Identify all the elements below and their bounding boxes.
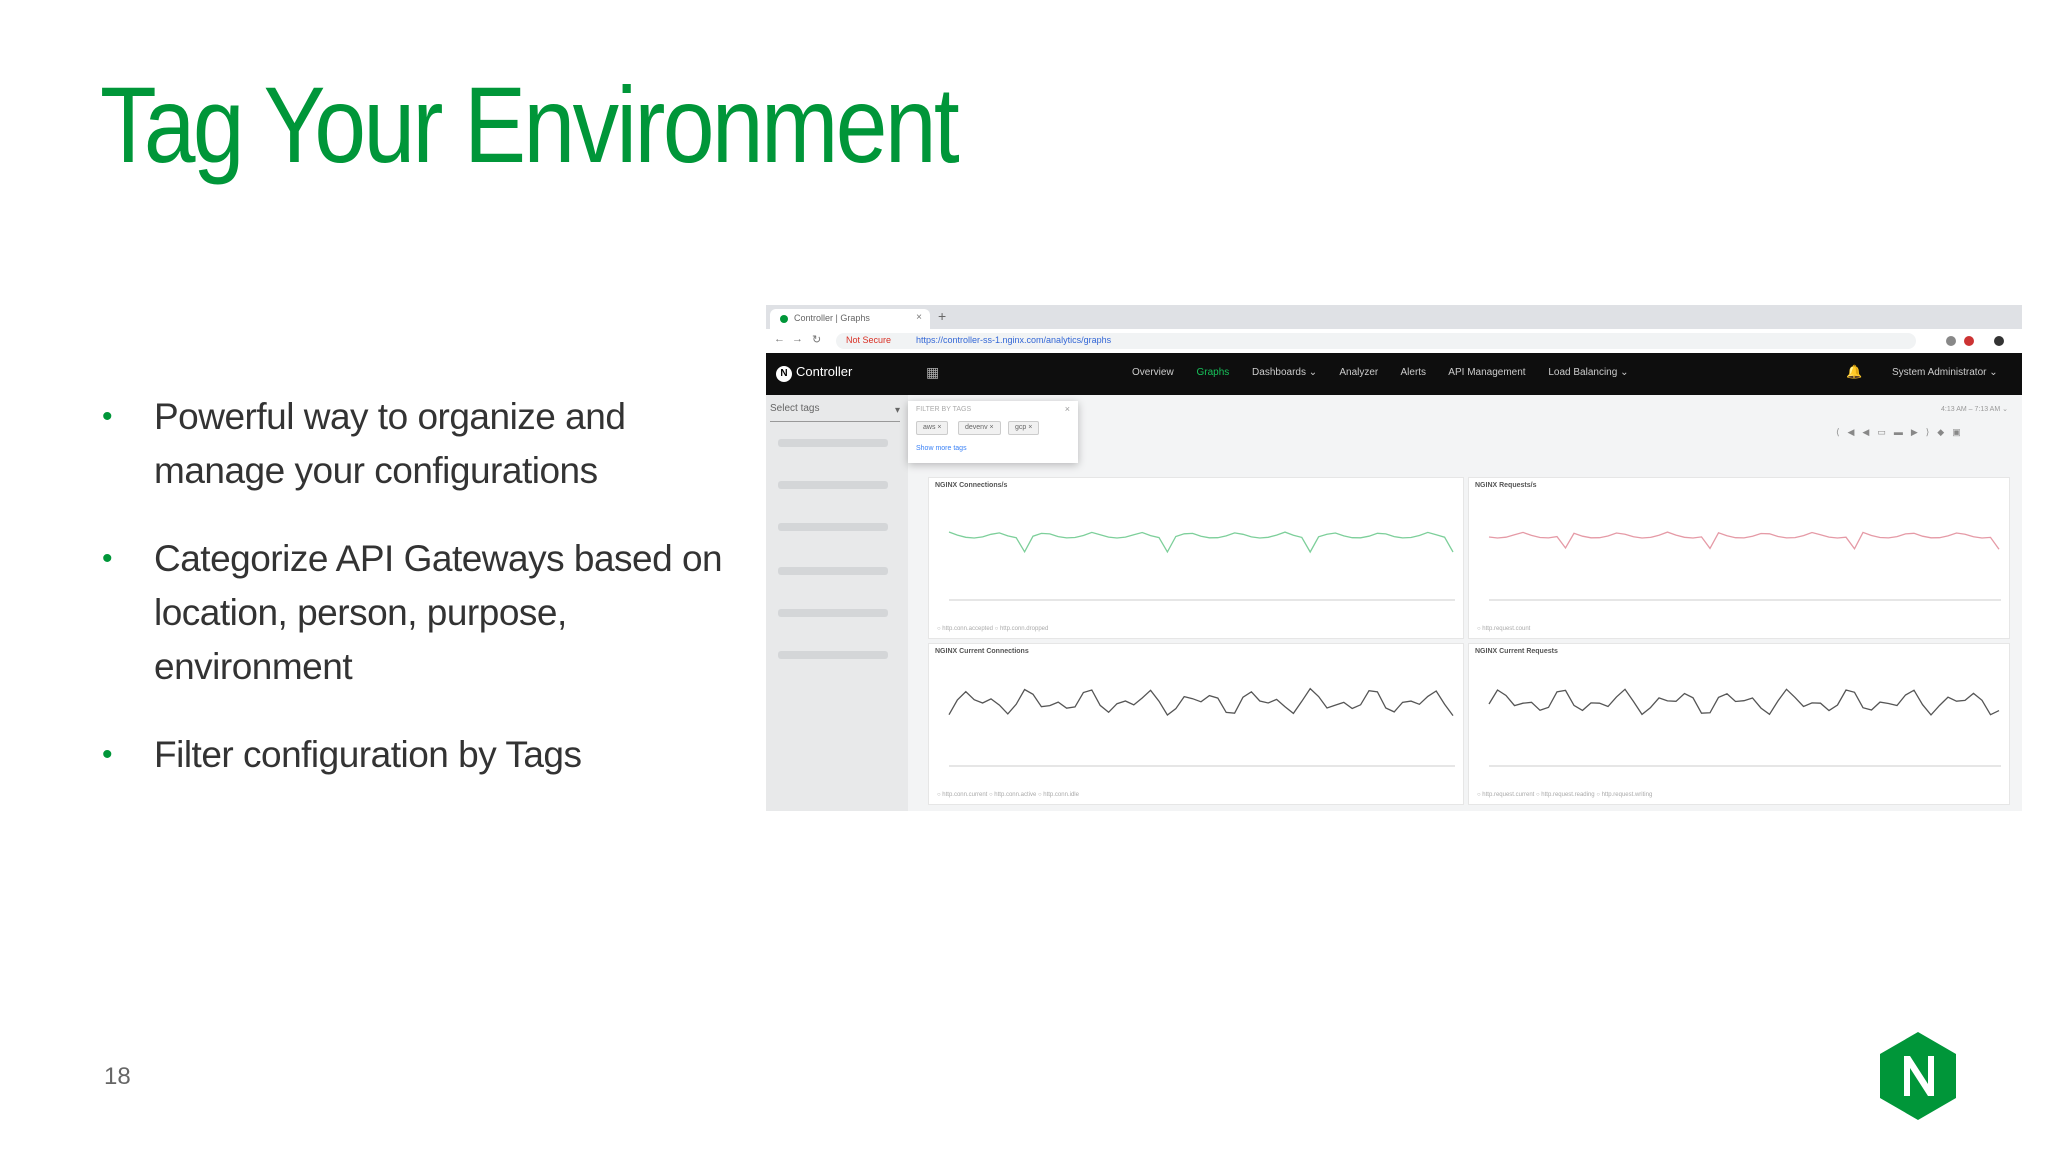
slide-title: Tag Your Environment [100,64,960,185]
profile-icon[interactable] [1994,336,2004,346]
menu-item-graphs[interactable]: Graphs [1196,367,1229,378]
user-menu[interactable]: System Administrator ⌄ [1892,367,1998,378]
graph-series-line [948,687,1454,716]
app-navbar: N Controller ▦ Overview Graphs Dashboards… [766,353,2022,395]
graph-legend[interactable]: ○ http.conn.current ○ http.conn.active ○… [937,792,1079,798]
controller-screenshot: Controller | Graphs × + ← → ↻ Not Secure… [766,305,2022,811]
bullet-item: Categorize API Gateways based on locatio… [100,532,760,694]
bullet-list: Powerful way to organize and manage your… [100,390,760,816]
sidebar-item[interactable] [778,481,888,489]
forward-icon[interactable]: → [792,333,803,345]
page-number: 18 [104,1063,131,1090]
browser-tab[interactable]: Controller | Graphs × [770,309,930,329]
sparkline [948,687,1455,767]
graph-legend[interactable]: ○ http.conn.accepted ○ http.conn.dropped [937,626,1048,632]
browser-url-bar: ← → ↻ Not Secure https://controller-ss-1… [766,329,2022,354]
sidebar-item[interactable] [778,567,888,575]
graph-series-line [948,531,1454,554]
graph-legend[interactable]: ○ http.request.current ○ http.request.re… [1477,792,1652,798]
tag-chip[interactable]: aws × [916,421,949,435]
sparkline [1488,531,2001,601]
chevron-down-icon: ▾ [894,405,900,416]
tag-chip[interactable]: devenv × [958,421,1001,435]
apps-grid-icon[interactable]: ▦ [926,364,939,381]
sidebar-item[interactable] [778,523,888,531]
graph-series-line [1488,531,2000,551]
bell-icon[interactable]: 🔔 [1846,364,1862,380]
time-range-picker[interactable]: 4:13 AM – 7:13 AM ⌄ [1941,405,2008,413]
menu-item-load-balancing[interactable]: Load Balancing ⌄ [1548,367,1628,378]
select-tags-label: Select tags [770,403,820,414]
menu-item-alerts[interactable]: Alerts [1401,367,1427,378]
brand-label: Controller [796,364,853,379]
sidebar-item[interactable] [778,651,888,659]
graph-panel: NGINX Requests/s ○ http.request.count [1468,477,2010,639]
popup-header: FILTER BY TAGS [916,406,972,413]
graph-toolbar[interactable]: ⟨◀◀▭▬▶⟩◆▣ [1836,427,1969,438]
tag-chip[interactable]: gcp × [1008,421,1040,435]
close-tab-icon[interactable]: × [916,312,922,323]
bullet-item: Powerful way to organize and manage your… [100,390,760,498]
menu-item-dashboards[interactable]: Dashboards ⌄ [1252,367,1317,378]
tag-filter-popup: FILTER BY TAGS × aws × devenv × gcp × Sh… [908,401,1078,463]
show-more-tags-link[interactable]: Show more tags [916,445,967,452]
nginx-logo-icon: N [776,366,792,382]
select-tags-dropdown[interactable]: Select tags ▾ [770,403,900,422]
new-tab-icon[interactable]: + [938,308,946,324]
graph-panel: NGINX Connections/s ○ http.conn.accepted… [928,477,1464,639]
extension-icon[interactable] [1964,336,1974,346]
bullet-item: Filter configuration by Tags [100,728,760,782]
not-secure-label: Not Secure [846,335,892,345]
url-text: https://controller-ss-1.nginx.com/analyt… [916,335,1112,345]
sparkline [1488,688,2001,767]
graph-legend[interactable]: ○ http.request.count [1477,626,1530,632]
graph-panel: NGINX Current Requests ○ http.request.cu… [1468,643,2010,805]
back-icon[interactable]: ← [774,333,785,345]
main-menu: Overview Graphs Dashboards ⌄ Analyzer Al… [1132,367,1648,378]
close-icon[interactable]: × [1065,404,1070,414]
graph-series-line [1488,688,2000,716]
menu-item-api-management[interactable]: API Management [1448,367,1525,378]
brand[interactable]: N Controller [776,364,852,382]
browser-tab-label: Controller | Graphs [794,313,870,323]
reload-icon[interactable]: ↻ [812,333,821,346]
sidebar-item[interactable] [778,439,888,447]
sparkline [948,531,1455,601]
tag-sidebar: Select tags ▾ [766,395,908,811]
address-field[interactable]: Not Secure https://controller-ss-1.nginx… [836,333,1916,349]
sidebar-item[interactable] [778,609,888,617]
graph-panel: NGINX Current Connections ○ http.conn.cu… [928,643,1464,805]
favicon-icon [780,315,788,323]
menu-item-analyzer[interactable]: Analyzer [1339,367,1378,378]
menu-item-overview[interactable]: Overview [1132,367,1174,378]
extension-icon[interactable] [1946,336,1956,346]
browser-tab-bar: Controller | Graphs × + [766,305,2022,329]
nginx-logo-icon [1880,1032,1956,1120]
